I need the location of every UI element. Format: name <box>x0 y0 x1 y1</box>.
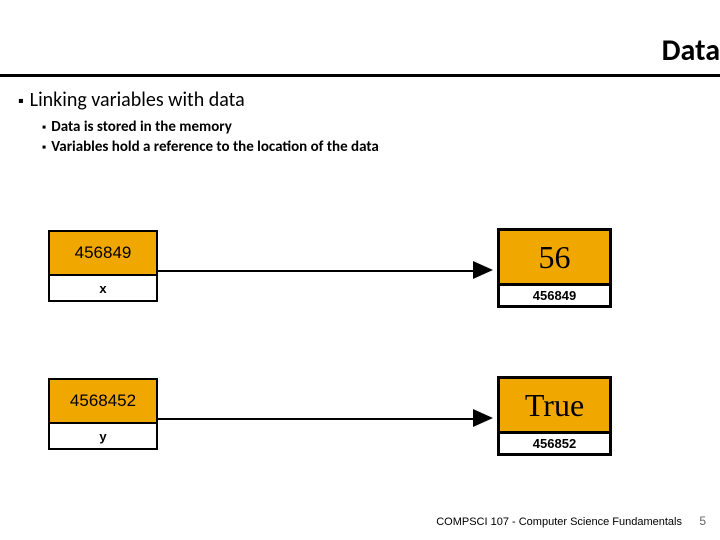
data-true-value: True <box>500 379 609 431</box>
title-underline <box>0 74 720 77</box>
bullet-mark-icon: ▪ <box>18 92 24 111</box>
bullet-sub2: ▪ Variables hold a reference to the loca… <box>42 138 702 156</box>
slide-title: Data <box>662 32 720 69</box>
arrowhead-y-icon <box>473 409 493 427</box>
data-box-true: True 456852 <box>497 376 612 456</box>
bullet-main-text: Linking variables with data <box>30 88 245 112</box>
variable-box-x: 456849 x <box>48 230 158 302</box>
data-56-address: 456849 <box>500 283 609 305</box>
bullet-main: ▪ Linking variables with data <box>18 88 702 112</box>
variable-x-address: 456849 <box>50 232 156 274</box>
data-true-address: 456852 <box>500 431 609 453</box>
variable-y-address: 4568452 <box>50 380 156 422</box>
content-area: ▪ Linking variables with data ▪ Data is … <box>18 88 702 158</box>
data-56-value: 56 <box>500 231 609 283</box>
bullet-sub2-text: Variables hold a reference to the locati… <box>51 138 379 156</box>
bullet-mark-icon: ▪ <box>42 121 46 135</box>
data-box-56: 56 456849 <box>497 228 612 308</box>
arrowhead-x-icon <box>473 261 493 279</box>
variable-x-name: x <box>50 274 156 300</box>
arrow-x <box>158 270 473 272</box>
bullet-mark-icon: ▪ <box>42 141 46 155</box>
bullet-sub1-text: Data is stored in the memory <box>51 118 232 136</box>
bullet-sub1: ▪ Data is stored in the memory <box>42 118 702 136</box>
arrow-y <box>158 418 473 420</box>
footer-course: COMPSCI 107 - Computer Science Fundament… <box>436 516 682 528</box>
footer-page-number: 5 <box>699 514 706 528</box>
variable-box-y: 4568452 y <box>48 378 158 450</box>
variable-y-name: y <box>50 422 156 448</box>
